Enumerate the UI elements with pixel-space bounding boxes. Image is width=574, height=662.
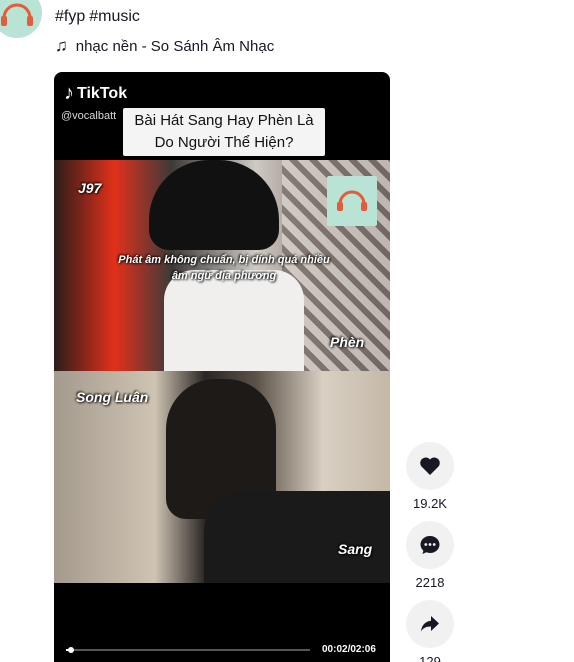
hashtag-link[interactable]: #music	[89, 8, 140, 25]
frame-decoration	[149, 160, 279, 250]
hashtag-row: #fyp #music	[55, 8, 144, 26]
music-note-icon: ♫	[55, 36, 68, 55]
video-frame-top: J97 Phát âm không chuẩn, bị dính quá nhi…	[54, 160, 390, 371]
tiktok-watermark: ♪ TikTok	[64, 82, 127, 105]
caption-song-luan: Song Luân	[76, 389, 149, 405]
watermark-username: @vocalbatt	[61, 110, 117, 122]
share-button[interactable]	[406, 600, 454, 648]
tiktok-brand-text: TikTok	[77, 84, 128, 102]
like-count: 19.2K	[413, 496, 447, 511]
video-title-line: Bài Hát Sang Hay Phèn Là	[134, 112, 314, 129]
music-link[interactable]: ♫ nhạc nền - So Sánh Âm Nhạc	[55, 36, 274, 56]
comment-action: 2218	[406, 521, 454, 590]
share-action: 129	[406, 600, 454, 662]
heart-icon	[420, 457, 440, 475]
video-subtitle: Phát âm không chuẩn, bị dính quá nhiều â…	[104, 252, 344, 284]
like-action: 19.2K	[406, 442, 454, 511]
video-frame-bottom: Song Luân Sang	[54, 371, 390, 583]
video-time: 00:02/02:06	[322, 644, 376, 655]
share-arrow-icon	[421, 616, 439, 632]
frame-decoration	[204, 491, 390, 583]
subtitle-line: âm ngữ địa phương	[171, 270, 277, 282]
channel-sticker-icon	[327, 176, 377, 226]
video-title-overlay: Bài Hát Sang Hay Phèn Là Do Người Thể Hi…	[123, 108, 325, 156]
subtitle-line: Phát âm không chuẩn, bị dính quá nhiều	[118, 254, 330, 266]
comment-button[interactable]	[406, 521, 454, 569]
caption-j97: J97	[78, 180, 102, 196]
caption-sang: Sang	[338, 541, 373, 557]
frame-decoration	[164, 270, 304, 371]
author-avatar[interactable]	[0, 0, 42, 38]
video-progress-bar[interactable]	[66, 647, 310, 653]
headphones-icon	[1, 3, 33, 26]
comment-icon	[420, 536, 440, 554]
music-label: nhạc nền - So Sánh Âm Nhạc	[75, 37, 275, 55]
hashtag-link[interactable]: #fyp	[55, 8, 85, 25]
video-player[interactable]: ♪ TikTok @vocalbatt Bài Hát Sang Hay Phè…	[54, 72, 390, 662]
progress-knob[interactable]	[67, 647, 74, 653]
like-button[interactable]	[406, 442, 454, 490]
share-count: 129	[419, 654, 441, 662]
tiktok-logo-icon: ♪	[64, 82, 74, 104]
video-title-line: Do Người Thể Hiện?	[154, 134, 294, 151]
caption-phen: Phèn	[330, 334, 365, 350]
comment-count: 2218	[415, 575, 445, 590]
